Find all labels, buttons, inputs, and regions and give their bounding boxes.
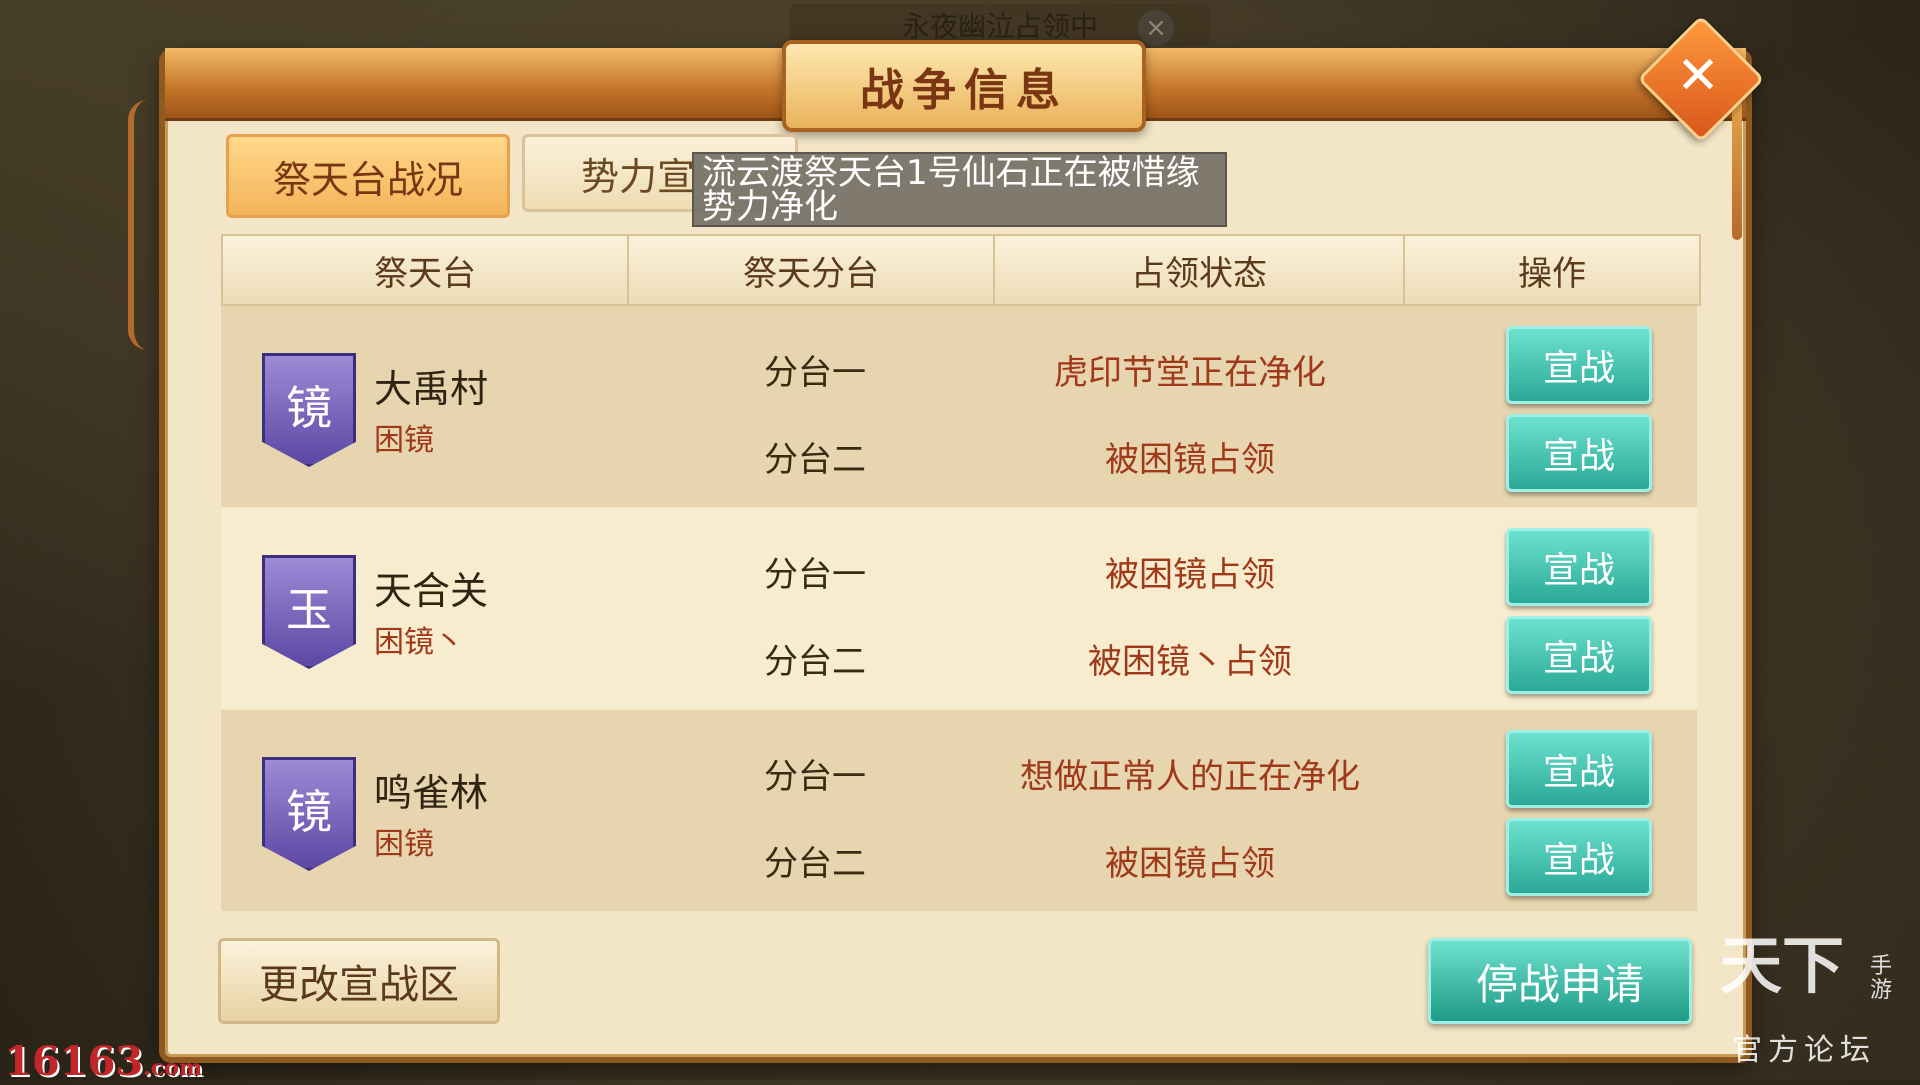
occupation-status: 想做正常人的正在净化 xyxy=(1020,757,1360,797)
change-war-zone-button[interactable]: 更改宣战区 xyxy=(218,938,500,1024)
truce-request-button[interactable]: 停战申请 xyxy=(1428,938,1692,1024)
sub-altar-label: 分台二 xyxy=(764,844,866,884)
tooltip-line-2: 势力净化 xyxy=(702,187,838,227)
header-sub-altar: 祭天分台 xyxy=(629,236,995,304)
sub-altar-label: 分台二 xyxy=(764,440,866,480)
altar-name: 鸣雀林 xyxy=(374,771,489,815)
altar-guild: 困镜 xyxy=(374,827,434,862)
logo-text: 天下 xyxy=(1720,929,1845,1002)
game-logo-watermark: 天下 手游 官方论坛 xyxy=(1720,915,1915,1068)
occupation-status: 被困镜占领 xyxy=(1105,844,1275,884)
altar-guild: 困镜 xyxy=(374,423,434,458)
declare-war-button[interactable]: 宣战 xyxy=(1506,414,1652,492)
header-action: 操作 xyxy=(1518,253,1586,294)
tooltip-line-1: 流云渡祭天台1号仙石正在被惜缘 xyxy=(702,153,1200,193)
altar-name: 大禹村 xyxy=(374,367,489,411)
dialog-title-badge: 战争信息 xyxy=(782,40,1146,132)
sub-altar-label: 分台一 xyxy=(764,757,866,797)
site-watermark-left: 16163.com xyxy=(4,1038,203,1085)
logo-forum: 官方论坛 xyxy=(1732,1033,1876,1068)
dialog-title: 战争信息 xyxy=(860,65,1068,116)
notification-tooltip: 流云渡祭天台1号仙石正在被惜缘 势力净化 xyxy=(692,152,1227,227)
declare-war-button[interactable]: 宣战 xyxy=(1506,818,1652,896)
occupation-status: 被困镜丶占领 xyxy=(1088,642,1292,682)
logo-tag: 手游 xyxy=(1870,954,1893,1003)
sub-altar-label: 分台二 xyxy=(764,642,866,682)
tab-altar-status[interactable]: 祭天台战况 xyxy=(226,134,510,218)
declare-war-button[interactable]: 宣战 xyxy=(1506,326,1652,404)
close-icon[interactable]: ✕ xyxy=(1656,34,1740,118)
header-altar: 祭天台 xyxy=(223,236,629,304)
right-tassel-decoration xyxy=(1732,100,1742,240)
occupation-status: 被困镜占领 xyxy=(1105,440,1275,480)
header-occupation-status: 占领状态 xyxy=(995,236,1405,304)
status-close-icon[interactable]: × xyxy=(1138,10,1174,46)
altar-name: 天合关 xyxy=(374,569,489,613)
occupation-status-text: 永夜幽泣占领中 xyxy=(901,10,1098,43)
occupation-status: 虎印节堂正在净化 xyxy=(1054,353,1326,393)
sub-altar-label: 分台一 xyxy=(764,353,866,393)
occupation-status: 被困镜占领 xyxy=(1105,555,1275,595)
sub-altar-label: 分台一 xyxy=(764,555,866,595)
declare-war-button[interactable]: 宣战 xyxy=(1506,730,1652,808)
declare-war-button[interactable]: 宣战 xyxy=(1506,528,1652,606)
left-tassel-decoration xyxy=(128,100,174,350)
table-header: 祭天台 祭天分台 占领状态 操作 xyxy=(221,234,1701,306)
altar-guild: 困镜丶 xyxy=(374,625,464,660)
declare-war-button[interactable]: 宣战 xyxy=(1506,616,1652,694)
